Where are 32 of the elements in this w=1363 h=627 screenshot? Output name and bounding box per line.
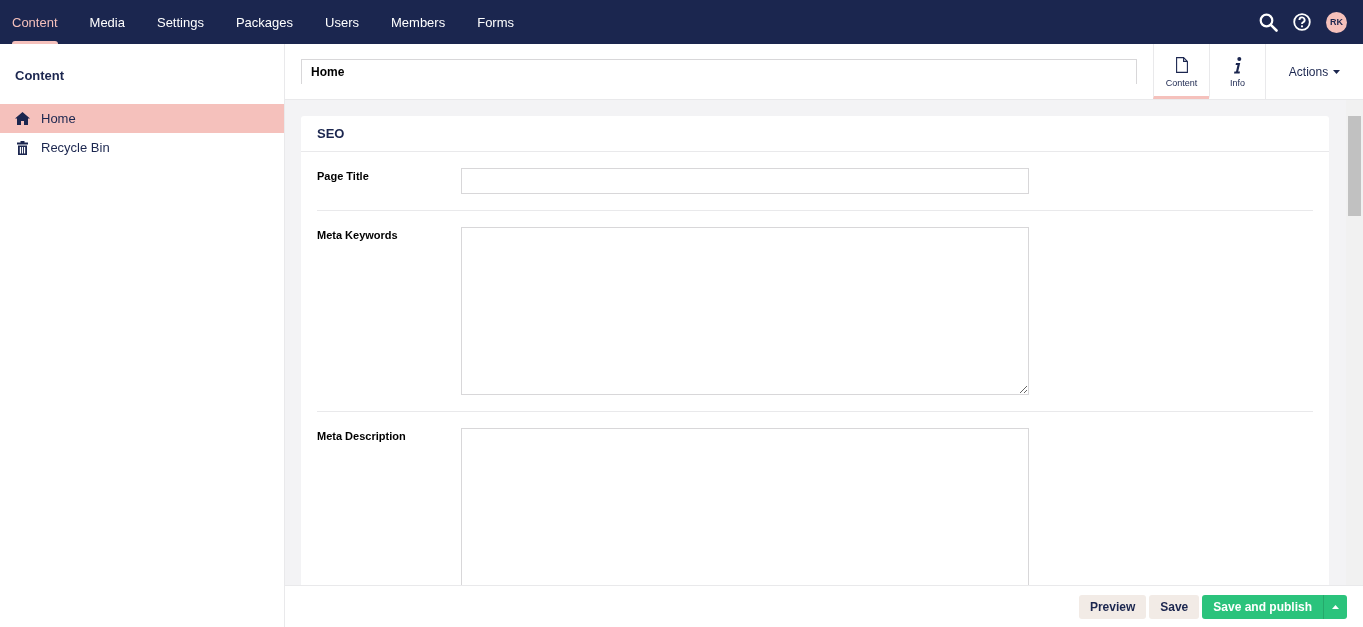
section-tab[interactable]: Users (315, 0, 369, 44)
help-icon[interactable] (1293, 13, 1311, 31)
search-icon[interactable] (1259, 12, 1278, 32)
caret-icon (1332, 604, 1339, 609)
section-tab[interactable]: Media (79, 0, 135, 44)
dropdown-button[interactable] (1323, 594, 1347, 619)
text-field[interactable] (461, 168, 1029, 194)
sidebar-title: Content (14, 67, 66, 85)
info-icon (1233, 56, 1242, 74)
section-tab[interactable]: Forms (467, 0, 525, 44)
footer-button[interactable]: Preview (1078, 594, 1147, 619)
app-tab[interactable]: Content (1153, 44, 1209, 99)
section-tab[interactable]: Content (2, 0, 68, 44)
house-icon (15, 112, 30, 125)
property-label: Meta Keywords (317, 228, 399, 243)
footer-button[interactable]: Save (1149, 594, 1200, 619)
text-area[interactable] (461, 428, 1029, 585)
scrollbar[interactable] (1346, 100, 1363, 585)
trash-icon (17, 140, 28, 155)
section-tab[interactable]: Packages (225, 0, 304, 44)
panel-title: SEO (301, 116, 1329, 152)
user-avatar[interactable]: RK (1326, 11, 1347, 33)
property-label: Page Title (317, 169, 370, 184)
document-icon (1175, 57, 1188, 73)
tree-item[interactable]: Home (0, 104, 284, 133)
section-tab[interactable]: Members (381, 0, 456, 44)
name-field[interactable]: Home (301, 59, 1137, 84)
text-area[interactable] (461, 227, 1029, 395)
property-label: Meta Description (317, 429, 407, 444)
section-tab[interactable]: Settings (146, 0, 214, 44)
caret-icon (1333, 69, 1341, 74)
tree-item[interactable]: Recycle Bin (0, 133, 284, 162)
